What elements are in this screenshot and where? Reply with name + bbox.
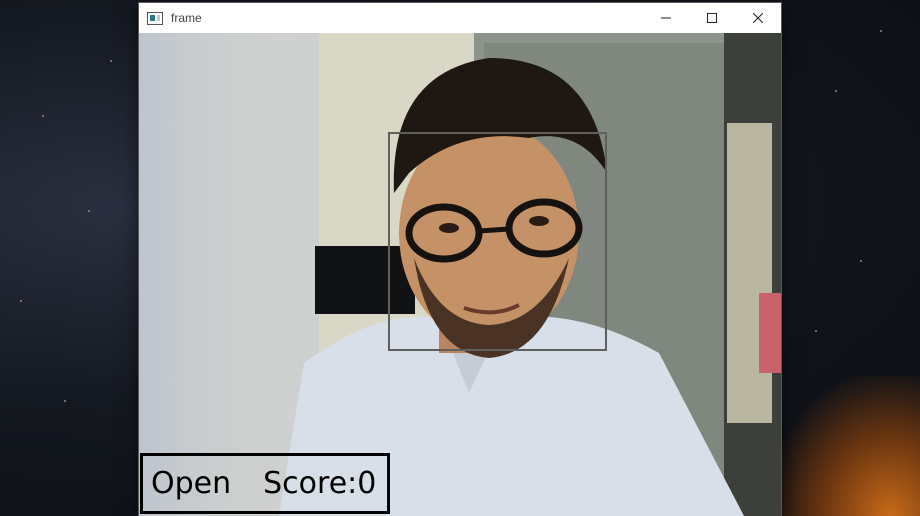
- face-detection-box: [388, 132, 607, 351]
- star: [88, 210, 90, 212]
- app-icon: [147, 11, 163, 25]
- star: [860, 260, 862, 262]
- close-icon: [753, 13, 763, 23]
- star: [835, 90, 837, 92]
- score-label: Score:0: [263, 466, 377, 501]
- desktop-glow: [770, 376, 920, 516]
- star: [42, 115, 44, 117]
- maximize-icon: [707, 13, 717, 23]
- title-bar[interactable]: frame: [139, 3, 781, 33]
- window-title: frame: [171, 11, 202, 25]
- status-overlay: Open Score:0: [140, 453, 390, 514]
- minimize-icon: [661, 17, 671, 19]
- star: [880, 30, 882, 32]
- star: [20, 300, 22, 302]
- window-controls: [643, 3, 781, 33]
- star: [110, 60, 112, 62]
- close-button[interactable]: [735, 3, 781, 33]
- minimize-button[interactable]: [643, 3, 689, 33]
- maximize-button[interactable]: [689, 3, 735, 33]
- star: [815, 330, 817, 332]
- camera-frame: Open Score:0: [139, 33, 781, 516]
- star: [64, 400, 66, 402]
- eye-state-label: Open: [151, 466, 232, 501]
- frame-window: frame Open Score:0: [139, 3, 781, 516]
